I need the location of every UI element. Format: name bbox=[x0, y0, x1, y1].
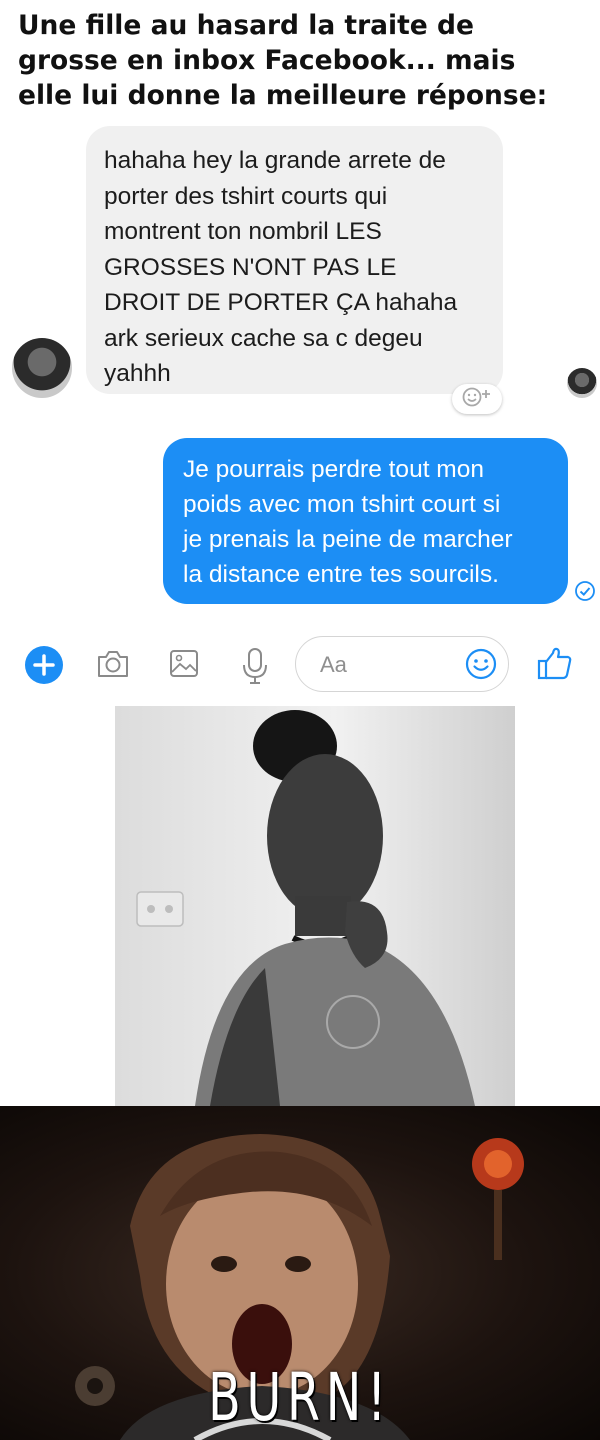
gif-caption: BURN! bbox=[208, 1359, 392, 1436]
camera-icon[interactable] bbox=[95, 646, 131, 687]
headline-line-1: Une fille au hasard la traite de bbox=[18, 10, 474, 41]
burn-reaction-gif: BURN! bbox=[0, 1106, 600, 1440]
outgoing-line-3: je prenais la peine de marcher bbox=[183, 526, 513, 553]
incoming-line-4: GROSSES N'ONT PAS LE bbox=[104, 253, 397, 281]
outgoing-line-1: Je pourrais perdre tout mon bbox=[183, 456, 484, 483]
incoming-line-1: hahaha hey la grande arrete de bbox=[104, 147, 446, 174]
incoming-line-7: yahhh bbox=[104, 360, 171, 387]
microphone-icon[interactable] bbox=[238, 646, 272, 691]
message-input[interactable]: Aa bbox=[295, 636, 509, 692]
sender-avatar[interactable] bbox=[12, 338, 72, 398]
message-input-placeholder: Aa bbox=[320, 652, 347, 677]
thumbs-up-icon[interactable] bbox=[536, 644, 574, 687]
headline-line-3: elle lui donne la meilleure réponse: bbox=[18, 80, 548, 111]
incoming-line-2: porter des tshirt courts qui bbox=[104, 182, 388, 210]
seen-check-icon bbox=[574, 580, 596, 602]
read-receipt-avatar bbox=[567, 368, 597, 398]
add-reaction-button[interactable] bbox=[452, 384, 502, 414]
plus-icon bbox=[25, 654, 63, 688]
incoming-line-6: ark serieux cache sa c degeu bbox=[104, 324, 423, 352]
profile-photo bbox=[115, 706, 515, 1106]
meme-headline: Une fille au hasard la traite de grosse … bbox=[18, 8, 593, 113]
add-reaction-icon bbox=[460, 386, 494, 413]
plus-button[interactable] bbox=[25, 646, 63, 684]
incoming-line-5: DROIT DE PORTER ÇA hahaha bbox=[104, 289, 458, 316]
gallery-icon[interactable] bbox=[167, 646, 201, 685]
headline-line-2: grosse en inbox Facebook... mais bbox=[18, 45, 516, 76]
incoming-message-bubble[interactable]: hahaha hey la grande arrete de porter de… bbox=[86, 126, 503, 394]
message-composer: Aa bbox=[0, 630, 600, 700]
emoji-icon[interactable] bbox=[464, 647, 498, 686]
outgoing-line-2: poids avec mon tshirt court si bbox=[183, 491, 501, 518]
incoming-line-3: montrent ton nombril LES bbox=[104, 218, 382, 245]
outgoing-line-4: la distance entre tes sourcils. bbox=[183, 561, 499, 588]
outgoing-message-bubble[interactable]: Je pourrais perdre tout mon poids avec m… bbox=[163, 438, 568, 604]
